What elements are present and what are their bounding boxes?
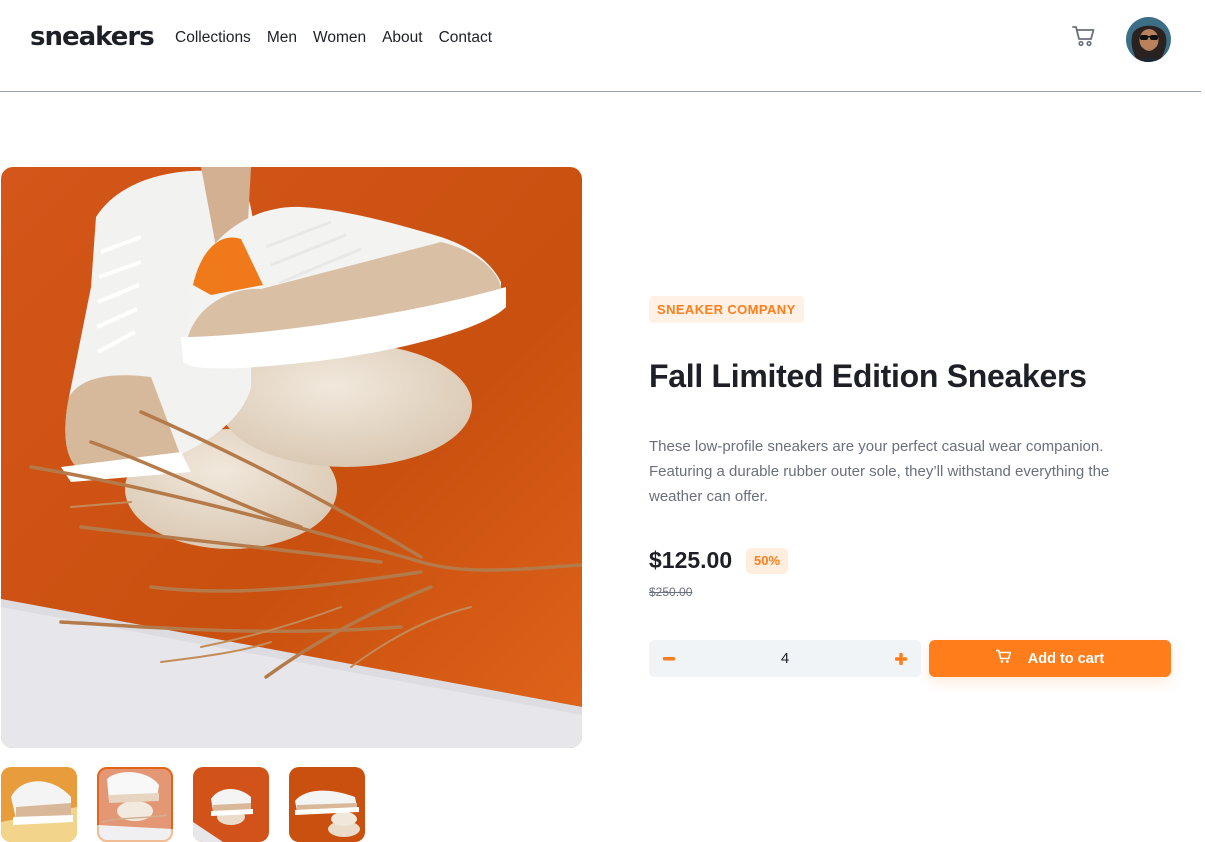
add-to-cart-button[interactable]: Add to cart bbox=[929, 640, 1171, 677]
logo[interactable]: sneakers bbox=[30, 22, 155, 52]
thumbnail-2[interactable] bbox=[97, 767, 173, 842]
quantity-stepper: 4 bbox=[649, 640, 921, 677]
cart-icon bbox=[995, 649, 1012, 669]
user-avatar[interactable] bbox=[1126, 17, 1171, 62]
main-product-image[interactable] bbox=[1, 167, 582, 748]
company-label: SNEAKER COMPANY bbox=[649, 296, 804, 323]
thumbnail-list bbox=[1, 767, 365, 842]
site-header: sneakers Collections Men Women About Con… bbox=[0, 0, 1201, 92]
product-description: These low-profile sneakers are your perf… bbox=[649, 438, 1110, 505]
thumbnail-4[interactable] bbox=[289, 767, 365, 842]
nav-link-men[interactable]: Men bbox=[267, 29, 297, 47]
discount-badge: 50% bbox=[746, 548, 789, 574]
cart-icon[interactable] bbox=[1072, 25, 1096, 47]
original-price: $250.00 bbox=[649, 585, 693, 599]
main-nav: Collections Men Women About Contact bbox=[175, 29, 492, 47]
plus-icon[interactable] bbox=[881, 640, 921, 677]
nav-link-contact[interactable]: Contact bbox=[439, 29, 492, 47]
thumbnail-1[interactable] bbox=[1, 767, 77, 842]
add-to-cart-label: Add to cart bbox=[1027, 650, 1105, 667]
quantity-value[interactable]: 4 bbox=[689, 640, 881, 677]
nav-link-about[interactable]: About bbox=[382, 29, 423, 47]
nav-link-women[interactable]: Women bbox=[313, 29, 366, 47]
minus-icon[interactable] bbox=[649, 640, 689, 677]
current-price: $125.00 bbox=[649, 547, 733, 573]
nav-link-collections[interactable]: Collections bbox=[175, 29, 251, 47]
product-title: Fall Limited Edition Sneakers bbox=[649, 358, 1087, 394]
thumbnail-3[interactable] bbox=[193, 767, 269, 842]
